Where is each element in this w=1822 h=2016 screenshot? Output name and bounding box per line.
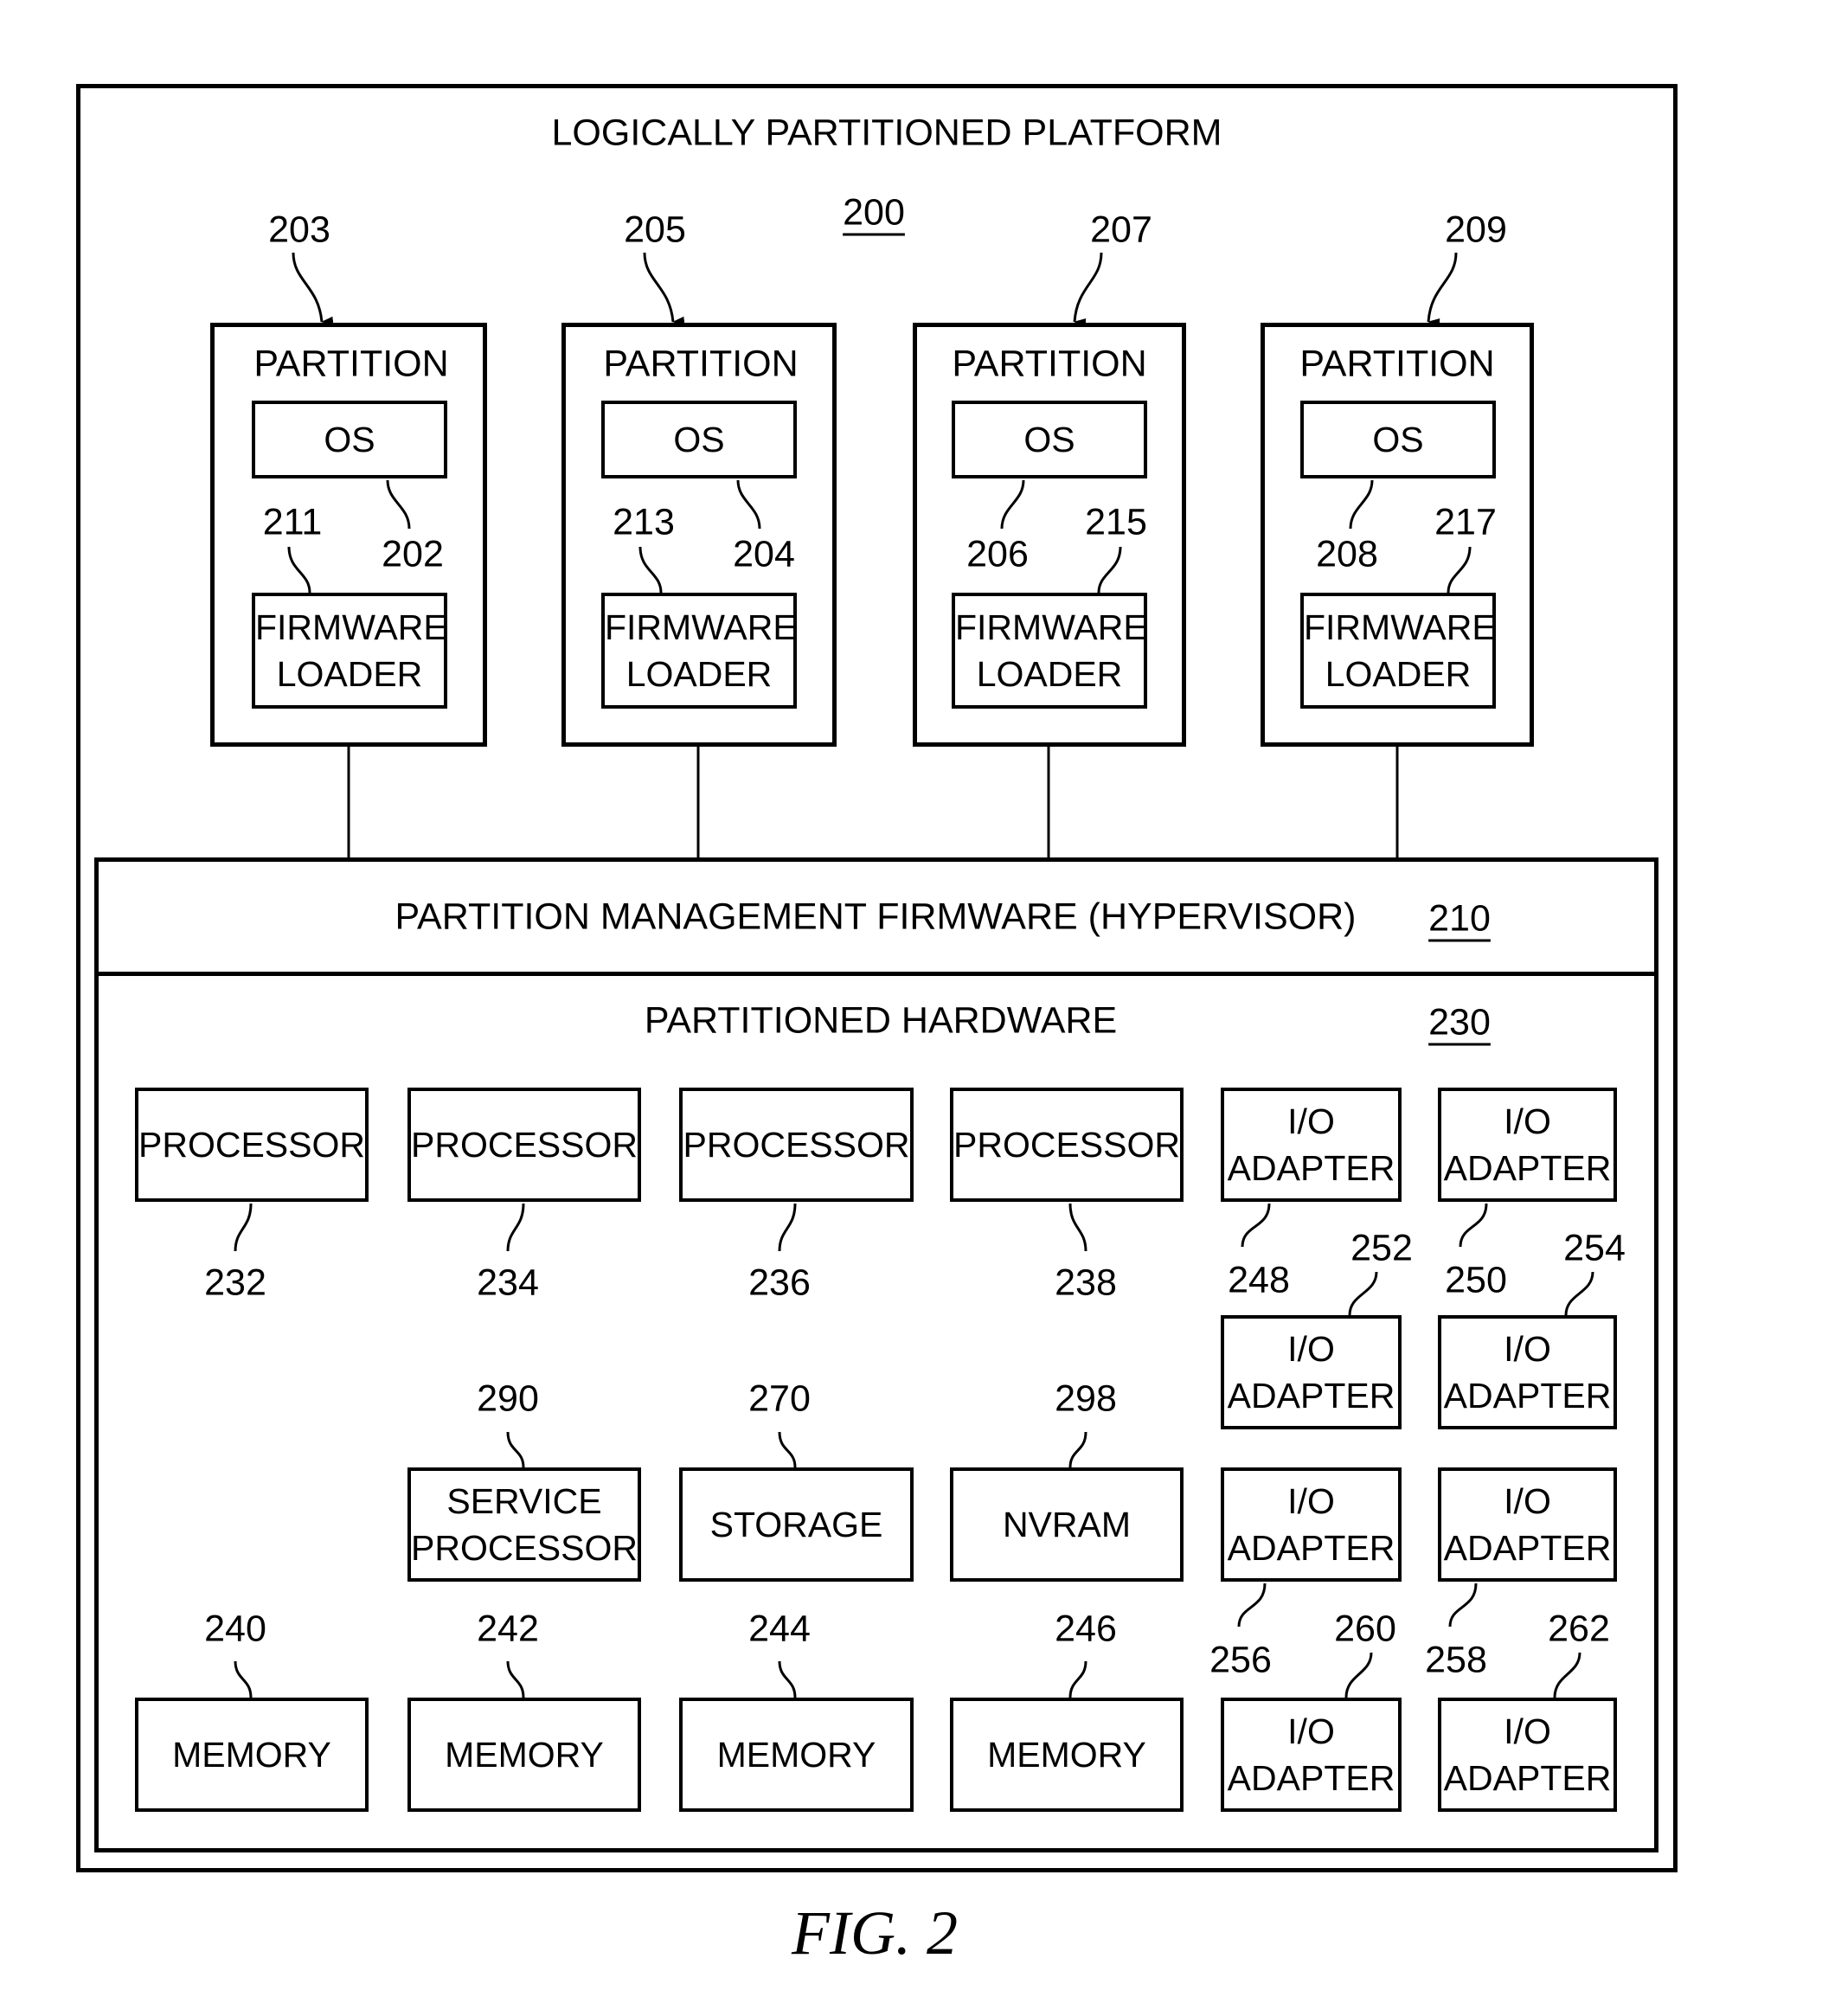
arrow-209	[1427, 252, 1458, 327]
leader-206	[1000, 479, 1025, 530]
leader-246	[1068, 1660, 1087, 1698]
figure-caption: FIG. 2	[792, 1898, 958, 1968]
leader-260	[1344, 1652, 1373, 1698]
leader-236	[778, 1203, 797, 1252]
arrow-205	[643, 252, 685, 325]
leader-204	[736, 479, 761, 530]
diagram-canvas: LOGICALLY PARTITIONED PLATFORM 200 PARTI…	[0, 0, 1822, 2016]
leader-242	[506, 1660, 525, 1698]
leader-258	[1448, 1583, 1478, 1628]
leader-213	[638, 546, 663, 594]
leader-217	[1447, 546, 1472, 594]
leader-202	[386, 479, 411, 530]
leader-252	[1348, 1271, 1378, 1316]
leader-262	[1553, 1652, 1581, 1698]
leader-250	[1459, 1203, 1488, 1248]
leader-208	[1349, 479, 1374, 530]
leader-234	[506, 1203, 525, 1252]
leader-254	[1564, 1271, 1594, 1316]
leader-211	[287, 546, 311, 594]
leader-232	[234, 1203, 253, 1252]
leader-298	[1068, 1431, 1087, 1468]
leader-256	[1237, 1583, 1267, 1628]
leader-lines	[234, 252, 1594, 1698]
leader-248	[1241, 1203, 1271, 1248]
leader-244	[778, 1660, 797, 1698]
leader-270	[778, 1431, 797, 1468]
arrow-207	[1073, 252, 1103, 327]
leader-238	[1068, 1203, 1087, 1252]
leader-290	[506, 1431, 525, 1468]
leader-240	[234, 1660, 253, 1698]
arrow-203	[292, 252, 334, 325]
leader-215	[1097, 546, 1122, 594]
